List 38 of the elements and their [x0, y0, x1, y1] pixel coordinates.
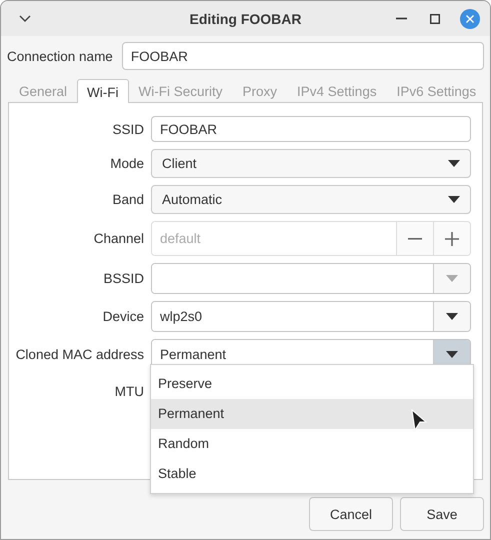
cancel-button[interactable]: Cancel: [309, 497, 393, 531]
field-label: SSID: [111, 122, 144, 136]
maximize-icon[interactable]: [430, 14, 440, 24]
combo-field[interactable]: [151, 263, 471, 294]
window-title: Editing FOOBAR: [188, 10, 302, 26]
menu-item[interactable]: Stable: [151, 459, 473, 489]
field-label: MTU: [114, 384, 144, 399]
menu-item[interactable]: Random: [151, 429, 473, 459]
dropdown[interactable]: Client: [151, 149, 471, 178]
caret-icon: [446, 351, 458, 358]
field-label: Connection name: [7, 48, 113, 64]
dropdown[interactable]: Automatic: [151, 185, 471, 214]
connection-name-field[interactable]: FOOBAR: [122, 42, 484, 70]
mouse-pointer-icon: [411, 409, 427, 431]
save-button[interactable]: Save: [400, 497, 484, 531]
menu-item[interactable]: Preserve: [151, 369, 473, 399]
close-icon[interactable]: [460, 8, 480, 28]
caret-icon: [446, 313, 458, 320]
field-label: Device: [102, 309, 144, 324]
tab[interactable]: Wi-Fi: [77, 79, 129, 103]
combo-field[interactable]: wlp2s0: [151, 301, 471, 332]
field-label: Band: [111, 192, 144, 207]
dropdown-button[interactable]: [433, 302, 470, 331]
plus-icon: [445, 232, 459, 246]
menu-item[interactable]: Permanent: [151, 399, 473, 429]
field-label: Channel: [92, 231, 144, 246]
increment-button[interactable]: [433, 222, 470, 255]
text-field[interactable]: FOOBAR: [151, 116, 471, 142]
chevron-down-icon[interactable]: [19, 14, 31, 22]
field-label: BSSID: [102, 271, 144, 286]
spin-field[interactable]: default: [151, 221, 471, 256]
field-label: Mode: [109, 156, 144, 171]
field-label: Cloned MAC address: [14, 347, 144, 362]
caret-icon: [448, 196, 460, 203]
minus-icon: [408, 238, 422, 240]
caret-icon: [446, 275, 458, 282]
minimize-icon[interactable]: [396, 17, 407, 20]
caret-icon: [448, 160, 460, 167]
